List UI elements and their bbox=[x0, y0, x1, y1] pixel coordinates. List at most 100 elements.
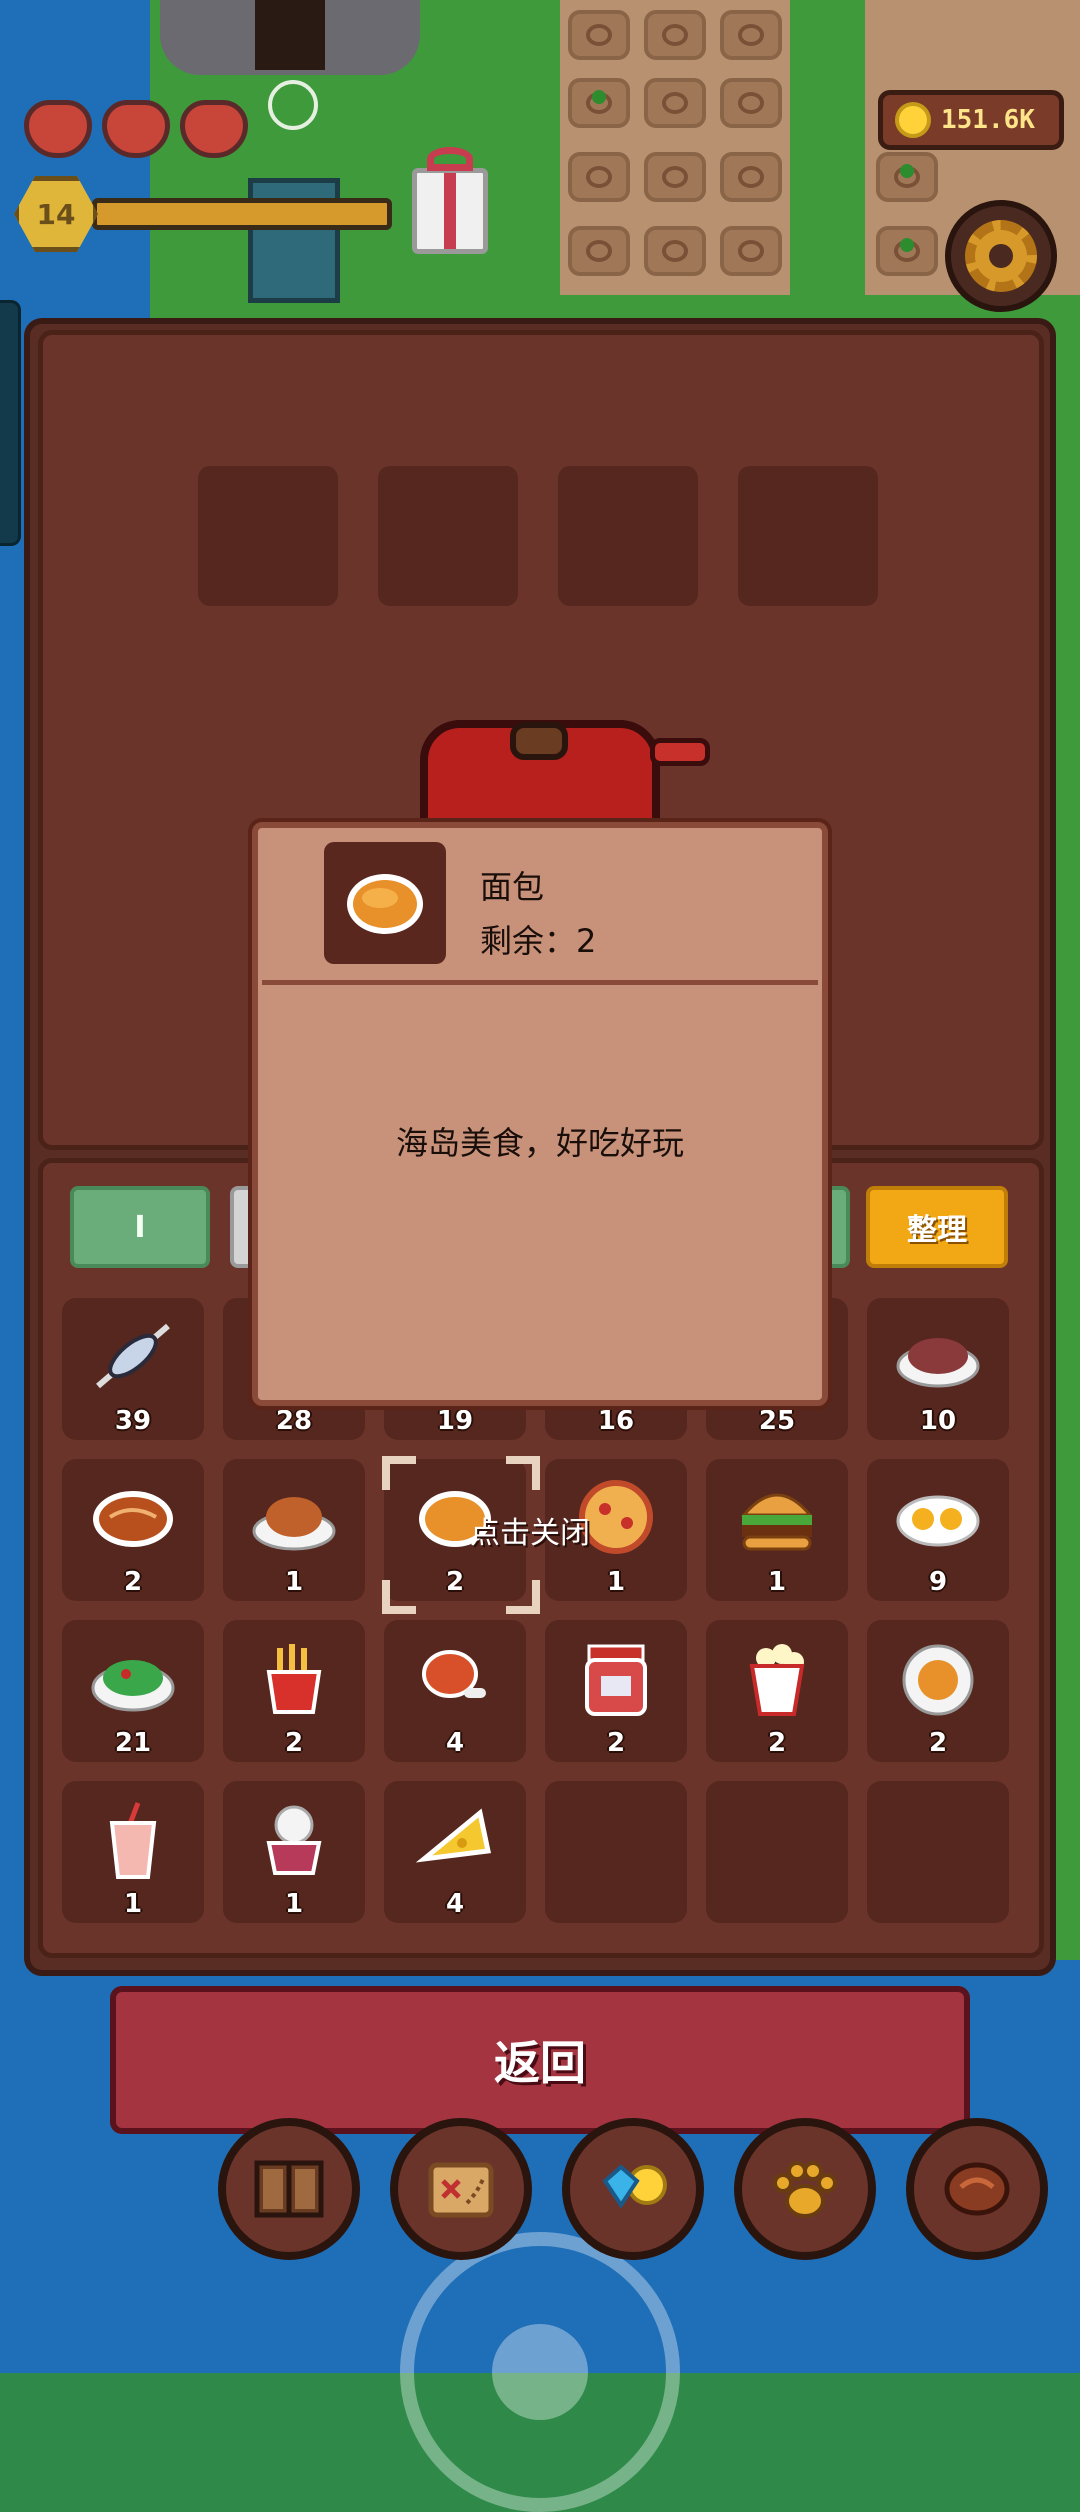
item-count: 4 bbox=[445, 1889, 465, 1919]
level-badge: 14 bbox=[14, 176, 98, 252]
inventory-slot-empty[interactable] bbox=[545, 1781, 687, 1923]
pot-lid-knob bbox=[510, 722, 568, 760]
nav-map-button[interactable] bbox=[390, 2118, 532, 2260]
item-count: 1 bbox=[767, 1567, 787, 1597]
inventory-slot[interactable]: 2 bbox=[867, 1620, 1009, 1762]
inventory-slot[interactable]: 1 bbox=[706, 1459, 848, 1601]
soil-tile[interactable] bbox=[568, 152, 630, 202]
item-count: 2 bbox=[606, 1728, 626, 1758]
inventory-slot[interactable]: 10 bbox=[867, 1298, 1009, 1440]
tap-to-close-hint[interactable]: 点击关闭 bbox=[470, 1508, 590, 1552]
ingredient-slot[interactable] bbox=[558, 466, 698, 606]
settings-button[interactable] bbox=[945, 200, 1057, 312]
item-count: 28 bbox=[275, 1406, 313, 1436]
map-scroll-icon bbox=[428, 2162, 494, 2218]
health-hearts bbox=[24, 100, 248, 158]
inventory-slot[interactable]: 2 bbox=[706, 1620, 848, 1762]
tooltip-divider bbox=[262, 980, 818, 985]
item-count: 1 bbox=[123, 1889, 143, 1919]
soil-tile[interactable] bbox=[720, 152, 782, 202]
nav-cooking-button[interactable] bbox=[906, 2118, 1048, 2260]
selection-corner bbox=[506, 1456, 540, 1490]
soil-tile-sprout[interactable] bbox=[876, 152, 938, 202]
cheese-icon bbox=[410, 1799, 500, 1879]
inventory-slot[interactable]: 1 bbox=[223, 1459, 365, 1601]
tooltip-description: 海岛美食，好吃好玩 bbox=[395, 1124, 684, 1162]
tab-category-1[interactable]: I bbox=[70, 1186, 210, 1268]
inventory-slot[interactable]: 9 bbox=[867, 1459, 1009, 1601]
coin-value: 151.6K bbox=[941, 105, 1035, 135]
heart-icon bbox=[24, 100, 92, 158]
tooltip-item-remaining: 剩余：2 bbox=[480, 922, 597, 960]
item-count: 4 bbox=[445, 1728, 465, 1758]
soil-tile[interactable] bbox=[568, 10, 630, 60]
inventory-slot-empty[interactable] bbox=[706, 1781, 848, 1923]
soil-tile[interactable] bbox=[644, 152, 706, 202]
selection-corner bbox=[506, 1580, 540, 1614]
soil-tile-sprout[interactable] bbox=[568, 78, 630, 128]
paw-icon bbox=[773, 2161, 837, 2218]
item-count: 1 bbox=[284, 1889, 304, 1919]
soil-tile[interactable] bbox=[644, 226, 706, 276]
drumstick-icon bbox=[410, 1638, 500, 1718]
soil-tile-sprout[interactable] bbox=[876, 226, 938, 276]
inventory-slot[interactable]: 4 bbox=[384, 1620, 526, 1762]
roast-chicken-icon bbox=[249, 1477, 339, 1557]
coin-counter[interactable]: 151.6K bbox=[878, 90, 1064, 150]
ingredient-slot[interactable] bbox=[378, 466, 518, 606]
selection-corner bbox=[382, 1580, 416, 1614]
jam-jar-icon bbox=[571, 1638, 661, 1718]
ingredient-slot[interactable] bbox=[198, 466, 338, 606]
inventory-slot[interactable]: 39 bbox=[62, 1298, 204, 1440]
side-drawer-tab[interactable] bbox=[0, 300, 21, 546]
item-count: 9 bbox=[928, 1567, 948, 1597]
pot-handle bbox=[650, 738, 710, 766]
gift-box-icon[interactable] bbox=[412, 147, 488, 254]
interaction-ring-icon[interactable] bbox=[268, 80, 318, 130]
gear-icon bbox=[965, 220, 1037, 292]
item-tooltip[interactable]: 面包 剩余：2 海岛美食，好吃好玩 bbox=[248, 818, 832, 1410]
nav-book-button[interactable] bbox=[218, 2118, 360, 2260]
return-button[interactable]: 返回 bbox=[110, 1986, 970, 2134]
inventory-slot[interactable]: 2 bbox=[223, 1620, 365, 1762]
selection-corner bbox=[382, 1456, 416, 1490]
item-count: 2 bbox=[928, 1728, 948, 1758]
level-indicator: 14 bbox=[14, 176, 392, 252]
inventory-slot[interactable]: 1 bbox=[62, 1781, 204, 1923]
soil-tile[interactable] bbox=[720, 10, 782, 60]
soup-icon bbox=[893, 1638, 983, 1718]
item-count: 16 bbox=[597, 1406, 635, 1436]
tooltip-item-icon-box bbox=[324, 842, 446, 964]
item-count: 1 bbox=[284, 1567, 304, 1597]
inventory-slot[interactable]: 2 bbox=[62, 1459, 204, 1601]
inventory-slot[interactable]: 4 bbox=[384, 1781, 526, 1923]
inventory-slot[interactable]: 2 bbox=[545, 1620, 687, 1762]
soil-tile[interactable] bbox=[720, 226, 782, 276]
item-count: 2 bbox=[767, 1728, 787, 1758]
ingredient-slots bbox=[198, 466, 878, 606]
nav-pets-button[interactable] bbox=[734, 2118, 876, 2260]
cave-entrance[interactable] bbox=[255, 0, 325, 70]
nav-shop-button[interactable] bbox=[562, 2118, 704, 2260]
soil-tile[interactable] bbox=[644, 78, 706, 128]
fries-icon bbox=[249, 1638, 339, 1718]
sort-button[interactable]: 整理 bbox=[866, 1186, 1008, 1268]
inventory-slot[interactable]: 21 bbox=[62, 1620, 204, 1762]
meat-plate-icon bbox=[893, 1316, 983, 1396]
item-count: 19 bbox=[436, 1406, 474, 1436]
burger-icon bbox=[732, 1477, 822, 1557]
ingredient-slot[interactable] bbox=[738, 466, 878, 606]
heart-icon bbox=[180, 100, 248, 158]
inventory-slot[interactable]: 1 bbox=[223, 1781, 365, 1923]
soil-tile[interactable] bbox=[644, 10, 706, 60]
tooltip-item-name: 面包 bbox=[480, 868, 545, 906]
soil-tile[interactable] bbox=[720, 78, 782, 128]
item-count: 25 bbox=[758, 1406, 796, 1436]
inventory-slot-empty[interactable] bbox=[867, 1781, 1009, 1923]
item-count: 21 bbox=[114, 1728, 152, 1758]
book-icon bbox=[254, 2160, 324, 2218]
joystick-knob[interactable] bbox=[492, 2324, 588, 2420]
soil-tile[interactable] bbox=[568, 226, 630, 276]
heart-icon bbox=[102, 100, 170, 158]
milkshake-icon bbox=[88, 1799, 178, 1879]
